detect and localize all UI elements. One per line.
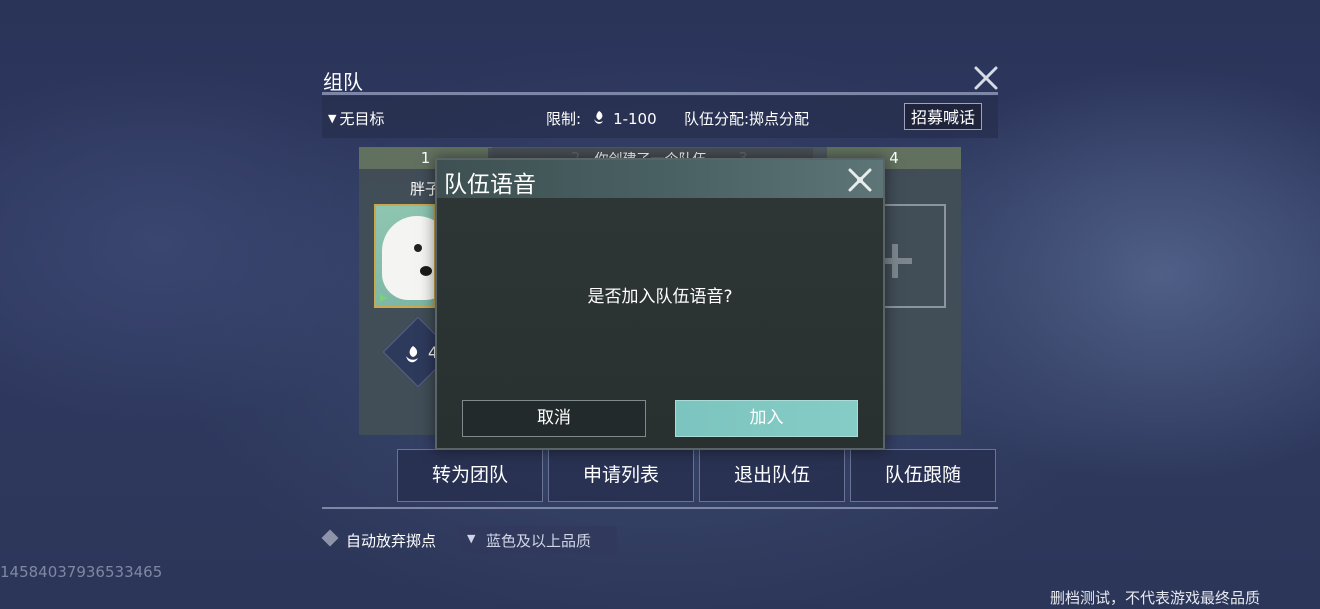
dialog-title: 队伍语音 <box>444 172 536 198</box>
level-icon <box>594 111 604 124</box>
close-icon <box>974 66 998 90</box>
chevron-down-icon: ▼ <box>328 112 337 125</box>
convert-to-raid-button[interactable]: 转为团队 <box>397 449 543 502</box>
panel-title: 组队 <box>323 70 363 94</box>
close-panel-button[interactable] <box>972 64 1000 92</box>
join-button[interactable]: 加入 <box>675 400 858 437</box>
level-limit: 限制: 1-100 <box>546 108 657 129</box>
recruit-button[interactable]: 招募喊话 <box>904 103 982 130</box>
dialog-message: 是否加入队伍语音? <box>587 287 733 307</box>
level-range: 1-100 <box>613 110 657 128</box>
invite-member-button[interactable] <box>882 204 946 308</box>
level-icon <box>406 346 418 363</box>
avatar[interactable] <box>374 204 436 308</box>
close-icon <box>848 168 872 192</box>
panel-divider <box>322 92 998 95</box>
disclaimer: 删档测试，不代表游戏最终品质 <box>1050 589 1261 607</box>
plus-icon <box>884 258 912 264</box>
play-icon <box>380 294 387 302</box>
follow-team-button[interactable]: 队伍跟随 <box>850 449 996 502</box>
limit-label: 限制: <box>546 110 582 128</box>
chevron-down-icon: ▼ <box>467 532 476 545</box>
auto-pass-label[interactable]: 自动放弃掷点 <box>346 530 436 551</box>
target-dropdown[interactable]: ▼ 无目标 <box>328 108 384 129</box>
quality-value: 蓝色及以上品质 <box>486 532 592 550</box>
target-label: 无目标 <box>339 110 385 128</box>
player-uid: 1458403793653346​5 <box>0 563 163 581</box>
panel-divider <box>322 507 998 509</box>
close-dialog-button[interactable] <box>846 166 874 194</box>
cancel-button[interactable]: 取消 <box>462 400 646 437</box>
apply-list-button[interactable]: 申请列表 <box>548 449 694 502</box>
leave-team-button[interactable]: 退出队伍 <box>699 449 845 502</box>
info-bar <box>322 96 998 138</box>
loot-allocation[interactable]: 队伍分配:掷点分配 <box>684 108 809 129</box>
quality-dropdown[interactable]: ▼ 蓝色及以上品质 <box>459 526 617 554</box>
auto-pass-checkbox[interactable] <box>321 529 339 547</box>
